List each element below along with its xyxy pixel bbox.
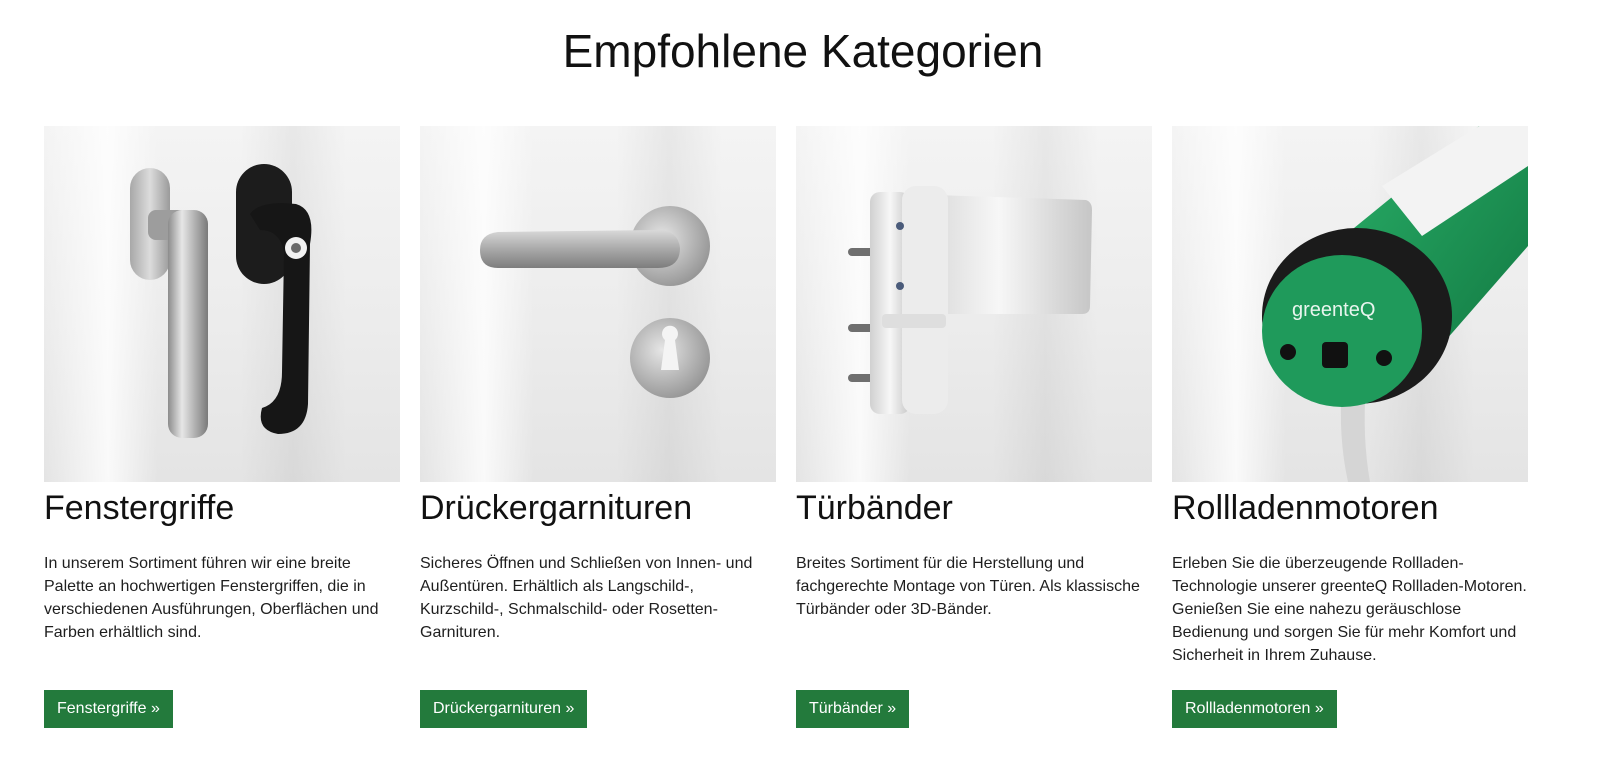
section-title: Empfohlene Kategorien xyxy=(562,25,1044,77)
door-hinge-icon xyxy=(848,186,1092,414)
card-description: Sicheres Öffnen und Schließen von Innen-… xyxy=(420,555,753,641)
card-description: Erleben Sie die überzeugende Rollladen-T… xyxy=(1172,555,1527,664)
card-title: Fenstergriffe xyxy=(44,489,235,527)
greenteq-logo: greenteQ xyxy=(1292,299,1375,321)
window-handles-image[interactable] xyxy=(44,126,400,482)
category-card-rollladenmotoren: greenteQ Rollladenmotoren Erleben Sie di… xyxy=(1172,126,1528,728)
card-description: Breites Sortiment für die Herstellung un… xyxy=(796,555,1140,618)
category-card-drueckergarnituren: Drückergarnituren Sicheres Öffnen und Sc… xyxy=(420,126,776,728)
card-title: Türbänder xyxy=(796,489,953,527)
fenstergriffe-button[interactable]: Fenstergriffe » xyxy=(44,690,173,728)
drueckergarnituren-button[interactable]: Drückergarnituren » xyxy=(420,690,588,728)
roller-shutter-motor-image[interactable]: greenteQ xyxy=(1172,126,1528,482)
card-title: Drückergarnituren xyxy=(420,489,693,527)
door-handle-set-image[interactable] xyxy=(420,126,776,482)
rollladenmotoren-button[interactable]: Rollladenmotoren » xyxy=(1172,690,1337,728)
window-handles-icon xyxy=(130,164,312,438)
card-title: Rollladenmotoren xyxy=(1172,489,1439,527)
category-card-fenstergriffe: Fenstergriffe In unserem Sortiment führe… xyxy=(44,126,400,728)
tuerbaender-button[interactable]: Türbänder » xyxy=(796,690,910,728)
door-hinge-image[interactable] xyxy=(796,126,1152,482)
door-handle-icon xyxy=(480,206,710,398)
category-card-tuerbaender: Türbänder Breites Sortiment für die Hers… xyxy=(796,126,1152,728)
card-description: In unserem Sortiment führen wir eine bre… xyxy=(44,555,379,641)
roller-shutter-motor-icon: greenteQ xyxy=(1262,126,1528,482)
